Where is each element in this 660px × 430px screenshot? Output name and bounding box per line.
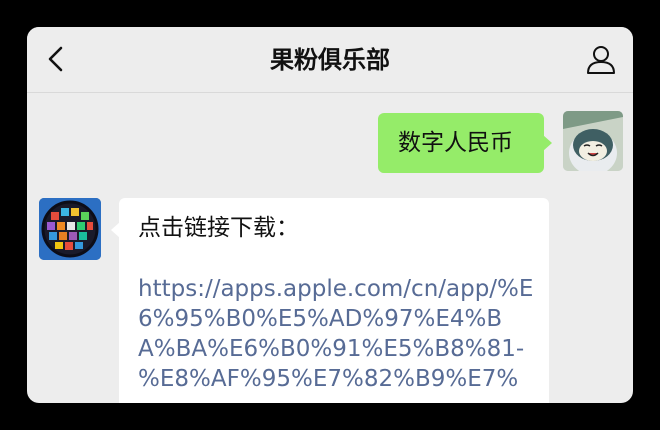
nav-bar: 果粉俱乐部 (27, 27, 633, 93)
received-message-text: 点击链接下载： (138, 215, 299, 241)
message-list[interactable]: 数字人民币 点击链接下载： https://apps.apple.com/cn/… (27, 93, 633, 403)
globe-apps-icon (39, 198, 101, 260)
sent-message-bubble[interactable]: 数字人民币 (378, 113, 552, 173)
chevron-left-icon (48, 46, 63, 72)
profile-button[interactable] (583, 42, 619, 78)
contact-avatar[interactable] (39, 198, 101, 260)
cartoon-avatar-image (563, 111, 623, 171)
received-message-bubble[interactable]: 点击链接下载： https://apps.apple.com/cn/app/%E… (111, 198, 549, 403)
person-icon (587, 46, 615, 74)
user-avatar[interactable] (563, 111, 623, 171)
download-link[interactable]: https://apps.apple.com/cn/app/%E6%95%B0%… (138, 274, 538, 394)
chat-title: 果粉俱乐部 (270, 46, 390, 74)
back-button[interactable] (39, 42, 73, 76)
chat-window: 果粉俱乐部 数字人民币 点击链接下载： https://apps.apple.c… (27, 27, 633, 403)
sent-message-text: 数字人民币 (398, 130, 513, 156)
